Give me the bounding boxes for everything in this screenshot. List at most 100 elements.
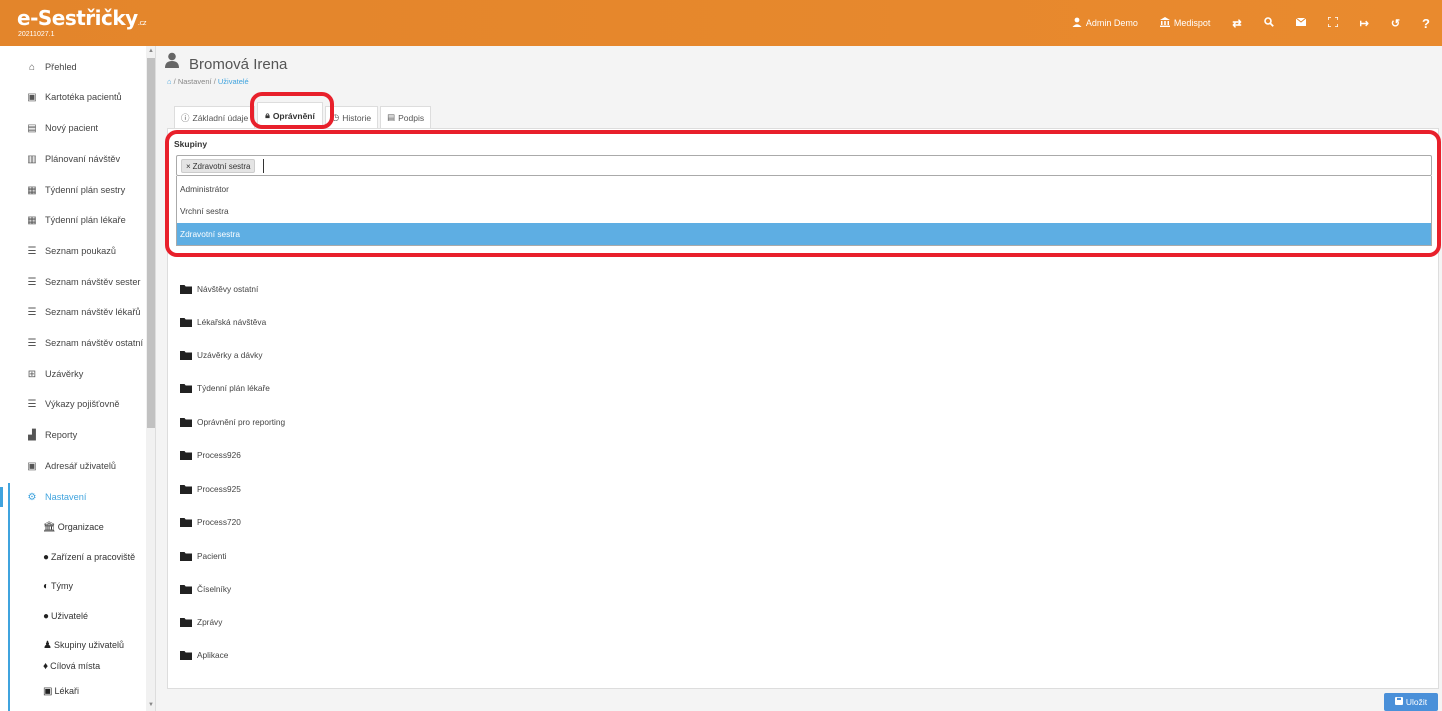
sidebar-item-plan-sestry[interactable]: ▦ Týdenní plán sestry: [0, 180, 146, 200]
gears-icon: ⚙: [27, 491, 37, 503]
permission-folder[interactable]: Pacienti: [180, 549, 227, 563]
switch-button[interactable]: ⇄: [1232, 17, 1241, 30]
sidebar-item-navstevy-ostatni[interactable]: ☰ Seznam návštěv ostatní: [0, 333, 146, 353]
home-icon: ⌂: [28, 61, 36, 73]
tab-podpis[interactable]: ▤ Podpis: [380, 106, 432, 128]
sidebar-item-nastaveni[interactable]: ⚙ Nastavení: [0, 487, 146, 507]
history-button[interactable]: ↺: [1391, 17, 1400, 30]
scrollbar-thumb[interactable]: [147, 58, 155, 428]
list-icon: ☰: [27, 337, 37, 349]
folder-icon: [180, 417, 192, 427]
permission-folder[interactable]: Týdenní plán lékaře: [180, 381, 270, 395]
page-header: Bromová Irena ⌂ / Nastavení / Uživatelé: [157, 46, 1442, 94]
folder-icon: [180, 617, 192, 627]
history-icon: ↺: [1390, 17, 1401, 30]
sidebar-item-navstevy-sester[interactable]: ☰ Seznam návštěv sester: [0, 272, 146, 292]
permission-folder[interactable]: Uzávěrky a dávky: [180, 348, 262, 362]
info-icon: ⓘ: [181, 112, 190, 123]
permission-folder[interactable]: Zprávy: [180, 615, 222, 629]
user-icon: [165, 52, 179, 68]
mail-button[interactable]: [1295, 17, 1306, 29]
sidebar-subitem-tymy[interactable]: ◐ Týmy: [43, 577, 73, 595]
permission-folder[interactable]: Process925: [180, 482, 241, 496]
sidebar-subitem-zarizeni[interactable]: ● Zařízení a pracoviště: [43, 548, 135, 566]
sidebar-subitem-skupiny[interactable]: ♟ Skupiny uživatelů: [43, 636, 124, 654]
permission-folder[interactable]: Process720: [180, 515, 241, 529]
list-icon: ☰: [27, 245, 37, 257]
save-icon: [1394, 697, 1403, 707]
permission-folder[interactable]: Aplikace: [180, 648, 228, 662]
map-marker-icon: ♦: [43, 660, 49, 672]
top-nav: Admin Demo Medispot ⇄ ↦ ↺ ?: [1072, 0, 1430, 46]
fullscreen-button[interactable]: [1326, 15, 1339, 30]
folder-icon: [180, 317, 192, 327]
sidebar-item-reporty[interactable]: ▟ Reporty: [0, 425, 146, 445]
search-button[interactable]: [1263, 16, 1274, 30]
save-button[interactable]: Uložit: [1384, 693, 1438, 711]
help-button[interactable]: ?: [1422, 16, 1430, 31]
breadcrumb-uzivatele[interactable]: Uživatelé: [218, 77, 249, 86]
institution-icon: [1159, 16, 1170, 30]
breadcrumb-nastaveni[interactable]: Nastavení: [178, 77, 212, 86]
active-section-indicator: [8, 483, 10, 711]
sidebar-subitem-cilova-mista[interactable]: ♦ Cílová místa: [43, 657, 100, 675]
folder-label: Číselníky: [197, 584, 232, 594]
help-icon: ?: [1422, 15, 1430, 31]
fullscreen-icon: [1326, 15, 1339, 30]
logout-button[interactable]: ↦: [1360, 17, 1369, 30]
folder-icon: [180, 584, 192, 594]
add-card-icon: ▤: [27, 122, 37, 134]
sidebar-item-kartoteka[interactable]: ▣ Kartotéka pacientů: [0, 87, 146, 107]
sidebar-item-vykazy[interactable]: ☰ Výkazy pojišťovně: [0, 394, 146, 414]
folder-label: Lékařská návštěva: [197, 317, 267, 327]
folder-icon: [180, 551, 192, 561]
sidebar-item-novy-pacient[interactable]: ▤ Nový pacient: [0, 118, 146, 138]
calendar-icon: ▦: [27, 214, 37, 226]
switch-icon: ⇄: [1232, 17, 1242, 30]
permission-folder[interactable]: Číselníky: [180, 582, 231, 596]
scroll-down-icon[interactable]: ▼: [148, 702, 154, 708]
mail-icon: [1295, 17, 1306, 29]
sidebar-item-adresar[interactable]: ▣ Adresář uživatelů: [0, 456, 146, 476]
top-header: e-Sestřičky.cz 20211027.1 Admin Demo Med…: [0, 0, 1442, 46]
calendar-icon: ▦: [27, 184, 37, 196]
folder-label: Pacienti: [197, 551, 227, 561]
sidebar-item-poukazy[interactable]: ☰ Seznam poukazů: [0, 241, 146, 261]
permission-folder[interactable]: Návštěvy ostatní: [180, 282, 258, 296]
folder-icon: [180, 650, 192, 660]
home-icon[interactable]: ⌂: [167, 77, 172, 86]
sidebar-subitem-organizace[interactable]: 🏛 Organizace: [43, 518, 104, 536]
highlight-tab-annotation: [250, 92, 334, 129]
hospital-icon: ●: [43, 551, 50, 563]
folder-label: Uzávěrky a dávky: [197, 350, 263, 360]
folder-label: Process926: [197, 450, 241, 460]
scroll-up-icon[interactable]: ▲: [148, 48, 154, 54]
permission-folder[interactable]: Lékařská návštěva: [180, 315, 266, 329]
doctor-icon: ▣: [43, 685, 53, 697]
table-icon: ⊞: [27, 368, 37, 380]
folder-label: Návštěvy ostatní: [197, 284, 259, 294]
sidebar-item-navstevy-lekaru[interactable]: ☰ Seznam návštěv lékařů: [0, 302, 146, 322]
permission-folder[interactable]: Oprávnění pro reporting: [180, 415, 285, 429]
user-menu[interactable]: Admin Demo: [1072, 17, 1138, 30]
permission-folder[interactable]: Process926: [180, 448, 241, 462]
institution-icon: 🏛: [43, 521, 56, 533]
sidebar-item-prehled[interactable]: ⌂ Přehled: [0, 57, 146, 77]
sidebar-item-plan-lekare[interactable]: ▦ Týdenní plán lékaře: [0, 210, 146, 230]
folder-icon: [180, 284, 192, 294]
folder-label: Týdenní plán lékaře: [197, 383, 270, 393]
folder-label: Process720: [197, 517, 241, 527]
sidebar-item-planovani[interactable]: ▥ Plánovaní návštěv: [0, 149, 146, 169]
sidebar-item-uzaverky[interactable]: ⊞ Uzávěrky: [0, 364, 146, 384]
tab-zakladni-udaje[interactable]: ⓘ Základní údaje: [174, 106, 256, 128]
app-logo[interactable]: e-Sestřičky.cz: [17, 6, 146, 30]
sidebar-subitem-lekari[interactable]: ▣ Lékaři: [43, 682, 79, 700]
user-icon: ●: [43, 610, 50, 622]
folder-label: Oprávnění pro reporting: [197, 417, 286, 427]
users-icon: ♟: [43, 639, 52, 651]
user-icon: [1072, 17, 1082, 30]
sidebar-subitem-uzivatele[interactable]: ● Uživatelé: [43, 607, 88, 625]
highlight-dropdown-annotation: [165, 130, 1441, 257]
sidebar-scrollbar[interactable]: ▲ ▼: [146, 46, 155, 711]
organization-menu[interactable]: Medispot: [1159, 16, 1210, 30]
